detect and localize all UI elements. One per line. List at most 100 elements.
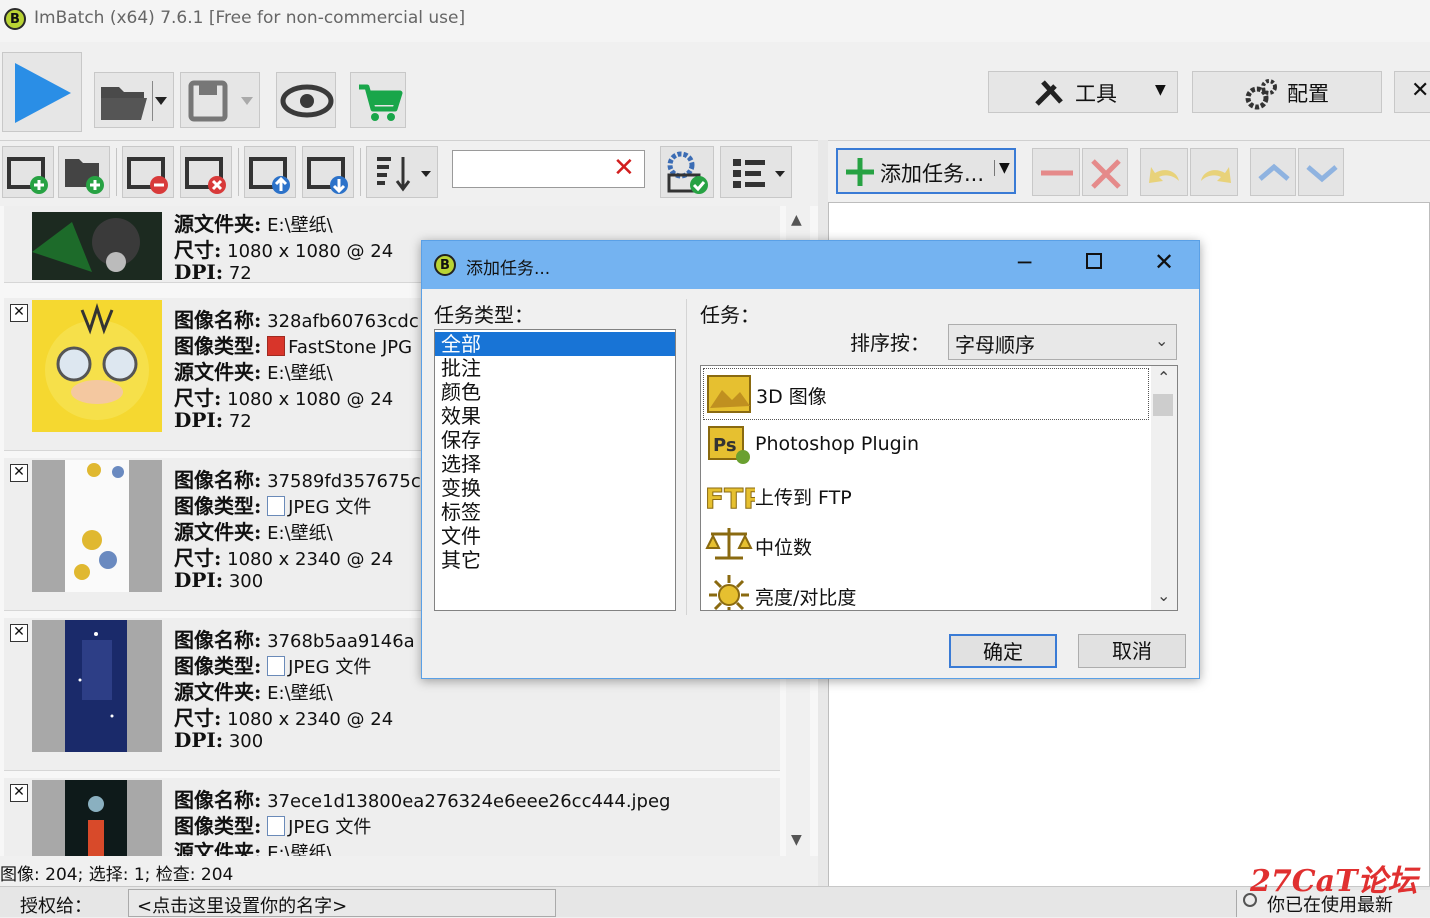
task-item[interactable]: 中位数	[703, 520, 1147, 570]
check-images-button[interactable]	[660, 146, 714, 198]
license-name-field[interactable]: <点击这里设置你的名字>	[128, 889, 556, 917]
remove-image-icon	[127, 157, 168, 194]
ftp-icon: FTP	[705, 482, 755, 516]
scroll-up-icon[interactable]: ⌃	[1157, 368, 1170, 387]
category-item[interactable]: 保存	[435, 428, 675, 452]
item-checkbox[interactable]: ✕	[10, 784, 28, 802]
remove-image-button[interactable]	[122, 146, 174, 198]
task-list[interactable]: 3D 图像 Ps Photoshop Plugin FTP 上传到 FTP 中位…	[700, 365, 1178, 611]
move-up-image-button[interactable]	[244, 146, 296, 198]
category-item[interactable]: 全部	[435, 332, 675, 356]
image-summary: 图像: 204; 选择: 1; 检查: 204	[0, 865, 234, 885]
task-list-scrollbar[interactable]: ⌃ ⌄	[1151, 366, 1177, 610]
shopping-cart-icon	[359, 84, 403, 121]
scroll-down-icon[interactable]: ▼	[791, 832, 802, 848]
scroll-down-icon[interactable]: ⌄	[1157, 586, 1170, 605]
task-down-button[interactable]	[1298, 148, 1344, 196]
category-item[interactable]: 选择	[435, 452, 675, 476]
maximize-icon[interactable]	[1086, 253, 1102, 269]
move-down-image-button[interactable]	[302, 146, 354, 198]
minus-icon	[1041, 170, 1073, 176]
item-checkbox[interactable]: ✕	[10, 624, 28, 642]
add-image-button[interactable]	[2, 146, 54, 198]
view-mode-button[interactable]	[720, 146, 792, 198]
task-item[interactable]: FTP 上传到 FTP	[703, 470, 1147, 520]
category-item[interactable]: 效果	[435, 404, 675, 428]
dialog-title: 添加任务...	[466, 259, 551, 279]
chevron-up-icon	[1258, 163, 1290, 181]
save-button[interactable]	[180, 72, 260, 128]
close-panel-button[interactable]: ✕	[1394, 71, 1430, 113]
clear-search-icon[interactable]: ✕	[613, 153, 635, 183]
task-up-button[interactable]	[1250, 148, 1296, 196]
run-button[interactable]	[2, 52, 82, 132]
dpi-field: DPI: 72	[174, 408, 252, 432]
plus-icon	[846, 158, 874, 186]
add-folder-button[interactable]	[58, 146, 110, 198]
open-folder-icon	[101, 81, 167, 121]
image-thumbnail	[32, 780, 162, 856]
category-item[interactable]: 变换	[435, 476, 675, 500]
ok-button[interactable]: 确定	[949, 634, 1057, 668]
item-checkbox[interactable]: ✕	[10, 464, 28, 482]
jpg-file-icon	[267, 336, 286, 356]
sort-value: 字母顺序	[955, 333, 1035, 357]
clear-tasks-button[interactable]	[1082, 148, 1128, 196]
image-thumbnail	[32, 212, 162, 280]
clear-images-button[interactable]	[180, 146, 232, 198]
move-up-icon	[249, 157, 290, 194]
category-item[interactable]: 颜色	[435, 380, 675, 404]
type-field: 图像类型: JPEG 文件	[174, 654, 372, 678]
tools-menu-button[interactable]: 工具 ▼	[988, 71, 1178, 113]
category-item[interactable]: 标签	[435, 500, 675, 524]
move-down-icon	[307, 157, 348, 194]
svg-text:Ps: Ps	[713, 435, 737, 456]
shop-button[interactable]	[350, 72, 406, 128]
sort-button[interactable]	[366, 146, 438, 198]
chevron-down-icon	[1306, 165, 1338, 183]
task-item[interactable]: 3D 图像	[703, 368, 1149, 420]
undo-button[interactable]	[1140, 148, 1188, 196]
list-item[interactable]: ✕ 图像名称: 37ece1d13800ea276324e6eee26cc444…	[4, 778, 780, 856]
balance-scale-icon	[705, 528, 753, 560]
add-task-label: 添加任务...	[880, 162, 985, 186]
type-field: 图像类型: JPEG 文件	[174, 814, 372, 838]
jpeg-file-icon	[267, 496, 286, 516]
separator	[360, 148, 361, 196]
item-checkbox[interactable]: ✕	[10, 304, 28, 322]
toolbar-divider	[0, 140, 1430, 141]
category-list[interactable]: 全部 批注 颜色 效果 保存 选择 变换 标签 文件 其它	[434, 329, 676, 611]
image-thumbnail	[32, 460, 162, 592]
dialog-title-bar[interactable]: B 添加任务... ─ ✕	[422, 241, 1199, 289]
play-icon	[15, 63, 71, 123]
task-item[interactable]: Ps Photoshop Plugin	[703, 420, 1147, 470]
group-divider	[686, 299, 687, 615]
chevron-down-icon[interactable]: ▼	[994, 160, 1010, 176]
add-task-dialog: B 添加任务... ─ ✕ 任务类型： 全部 批注 颜色 效果 保存 选择 变换…	[421, 240, 1200, 679]
folder-field: 源文件夹: E:\壁纸\	[174, 360, 333, 384]
preview-button[interactable]	[276, 72, 336, 128]
folder-field: 源文件夹: E:\壁纸\	[174, 680, 333, 704]
task-item[interactable]: 亮度/对比度	[703, 570, 1147, 610]
filter-search-input[interactable]: ✕	[452, 150, 645, 188]
eye-icon	[280, 84, 334, 118]
add-image-icon	[7, 157, 48, 194]
config-button[interactable]: 配置	[1192, 71, 1382, 113]
close-icon[interactable]: ✕	[1154, 248, 1174, 276]
task-item-label: Photoshop Plugin	[755, 433, 920, 455]
scroll-thumb[interactable]	[1153, 394, 1173, 416]
minimize-icon[interactable]: ─	[1018, 251, 1031, 276]
sort-select[interactable]: 字母顺序 ⌄	[948, 324, 1177, 360]
add-task-button[interactable]: 添加任务... ▼	[836, 148, 1016, 194]
category-item[interactable]: 其它	[435, 548, 675, 572]
size-field: 尺寸: 1080 x 2340 @ 24	[174, 706, 394, 730]
image-thumbnail	[32, 620, 162, 752]
cancel-button[interactable]: 取消	[1078, 634, 1186, 668]
open-folder-button[interactable]	[94, 72, 174, 128]
scroll-up-icon[interactable]: ▲	[791, 212, 802, 228]
remove-task-button[interactable]	[1032, 148, 1080, 196]
category-item[interactable]: 文件	[435, 524, 675, 548]
name-field: 图像名称: 37ece1d13800ea276324e6eee26cc444.j…	[174, 788, 671, 812]
category-item[interactable]: 批注	[435, 356, 675, 380]
redo-button[interactable]	[1190, 148, 1238, 196]
